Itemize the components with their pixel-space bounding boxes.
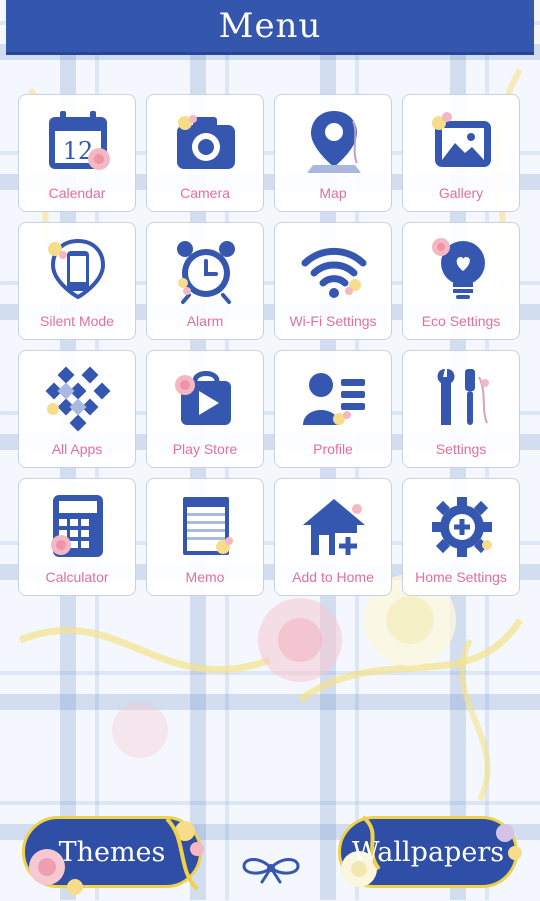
eco-bulb-icon (432, 238, 485, 299)
tile-label: Memo (185, 569, 225, 585)
profile-icon (303, 373, 365, 425)
tile-home-settings[interactable]: Home Settings (402, 478, 520, 596)
tile-camera[interactable]: Camera (146, 94, 264, 212)
tile-label: Settings (435, 441, 487, 457)
tile-all-apps[interactable]: All Apps (18, 350, 136, 468)
bow-icon (242, 858, 300, 884)
tile-label: Play Store (172, 441, 238, 457)
tile-add-to-home[interactable]: Add to Home (274, 478, 392, 596)
wifi-icon (301, 247, 367, 298)
tile-memo[interactable]: Memo (146, 478, 264, 596)
themes-button[interactable]: Themes (22, 816, 204, 895)
tile-label: Eco Settings (421, 313, 501, 329)
memo-icon (183, 497, 233, 555)
tile-label: Add to Home (292, 569, 374, 585)
tile-map[interactable]: Map (274, 94, 392, 212)
map-pin-icon (307, 111, 361, 173)
home-settings-gear-icon (432, 497, 492, 557)
calculator-icon (51, 495, 103, 557)
tile-eco-settings[interactable]: Eco Settings (402, 222, 520, 340)
page-title: Menu (218, 6, 322, 46)
tile-alarm[interactable]: Alarm (146, 222, 264, 340)
tile-label: Calendar (48, 185, 106, 201)
tile-silent-mode[interactable]: Silent Mode (18, 222, 136, 340)
gallery-icon (432, 112, 491, 167)
play-store-icon (175, 371, 231, 425)
tile-label: All Apps (51, 441, 103, 457)
tile-settings[interactable]: Settings (402, 350, 520, 468)
tile-label: Camera (180, 185, 230, 201)
wallpapers-button[interactable]: Wallpapers (338, 815, 522, 888)
tile-label: Gallery (438, 185, 484, 201)
wallpapers-label: Wallpapers (351, 836, 505, 868)
tile-calendar[interactable]: 12 Calendar (18, 94, 136, 212)
tools-icon (437, 369, 489, 425)
tile-profile[interactable]: Profile (274, 350, 392, 468)
menu-grid: 12 Calendar Camera Map Gallery Silent Mo… (18, 94, 522, 598)
tile-label: Wi-Fi Settings (289, 313, 377, 329)
tile-gallery[interactable]: Gallery (402, 94, 520, 212)
all-apps-icon (45, 366, 111, 432)
tile-play-store[interactable]: Play Store (146, 350, 264, 468)
calendar-icon: 12 (49, 111, 110, 170)
tile-label: Alarm (186, 313, 224, 329)
app-header: Menu (6, 0, 534, 55)
camera-icon (177, 115, 235, 169)
themes-label: Themes (58, 836, 166, 868)
tile-wifi-settings[interactable]: Wi-Fi Settings (274, 222, 392, 340)
silent-mode-icon (48, 238, 106, 300)
tile-label: Silent Mode (40, 313, 114, 329)
tile-label: Home Settings (415, 569, 507, 585)
tile-label: Map (319, 185, 347, 201)
alarm-clock-icon (177, 241, 235, 304)
add-to-home-icon (303, 499, 365, 559)
tile-label: Profile (313, 441, 353, 457)
tile-calculator[interactable]: Calculator (18, 478, 136, 596)
tile-label: Calculator (45, 569, 109, 585)
